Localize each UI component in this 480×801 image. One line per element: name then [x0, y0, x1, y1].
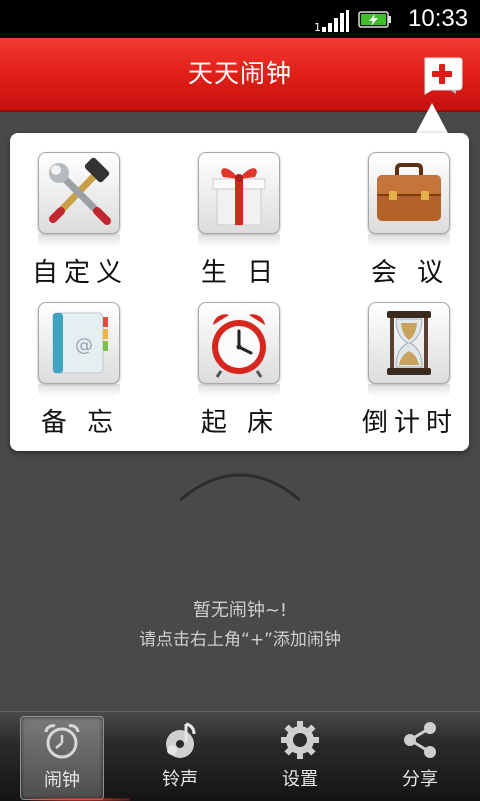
menu-item-meeting[interactable]: 会 议: [340, 133, 480, 288]
add-alarm-button[interactable]: [420, 56, 464, 96]
menu-item-memo[interactable]: @ 备 忘: [10, 283, 150, 438]
signal-strength-icon: 1: [314, 10, 349, 32]
tab-label: 铃声: [162, 769, 198, 790]
menu-item-label: 备 忘: [40, 408, 120, 438]
tab-label: 分享: [402, 769, 438, 790]
status-bar: 1 10:33: [0, 0, 480, 38]
menu-item-birthday[interactable]: 生 日: [170, 133, 310, 288]
music-note-icon: [166, 722, 196, 758]
tab-label: 设置: [282, 769, 318, 790]
wrench-hammer-icon: [49, 157, 111, 225]
tab-ringtone[interactable]: 铃声: [139, 716, 221, 798]
hourglass-icon: [387, 311, 431, 375]
tab-share[interactable]: 分享: [379, 716, 461, 798]
tile: [368, 302, 450, 384]
menu-item-countdown[interactable]: 倒计时: [340, 283, 480, 438]
alarm-clock-icon: [212, 314, 266, 378]
menu-item-label: 倒计时: [361, 408, 458, 438]
tile: [368, 152, 450, 234]
svg-text:1: 1: [314, 21, 321, 32]
gear-icon: [281, 721, 319, 759]
page-title: 天天闹钟: [187, 59, 292, 88]
briefcase-icon: [377, 163, 441, 221]
menu-item-custom[interactable]: 自定义: [10, 133, 150, 288]
empty-state-title: 暂无闹钟~!: [192, 600, 288, 621]
tab-alarm[interactable]: 闹钟: [20, 716, 104, 800]
popup-arrow: [415, 103, 449, 135]
tile: [38, 152, 120, 234]
tile: [198, 152, 280, 234]
svg-text:@: @: [75, 335, 93, 356]
dial-arc: [179, 473, 301, 502]
gift-icon: [212, 168, 266, 226]
title-bar: 天天闹钟: [0, 38, 480, 112]
empty-state-hint: 请点击右上角“+”添加闹钟: [139, 630, 341, 650]
tile: [198, 302, 280, 384]
notebook-icon: @: [52, 312, 108, 374]
status-clock: 10:33: [408, 5, 469, 32]
tab-label: 闹钟: [44, 770, 80, 791]
alarm-icon: [44, 724, 80, 759]
menu-item-wakeup[interactable]: 起 床: [170, 283, 310, 438]
alarm-type-popup: 自定义 生 日 会 议 @ 备 忘 起 床 倒计时: [10, 133, 469, 451]
share-icon: [404, 722, 436, 758]
tile: @: [38, 302, 120, 384]
battery-charging-icon: [358, 11, 391, 28]
bottom-tab-bar: 闹钟 铃声 设置 分享: [0, 711, 480, 801]
tab-settings[interactable]: 设置: [259, 716, 341, 798]
menu-item-label: 起 床: [200, 408, 280, 438]
